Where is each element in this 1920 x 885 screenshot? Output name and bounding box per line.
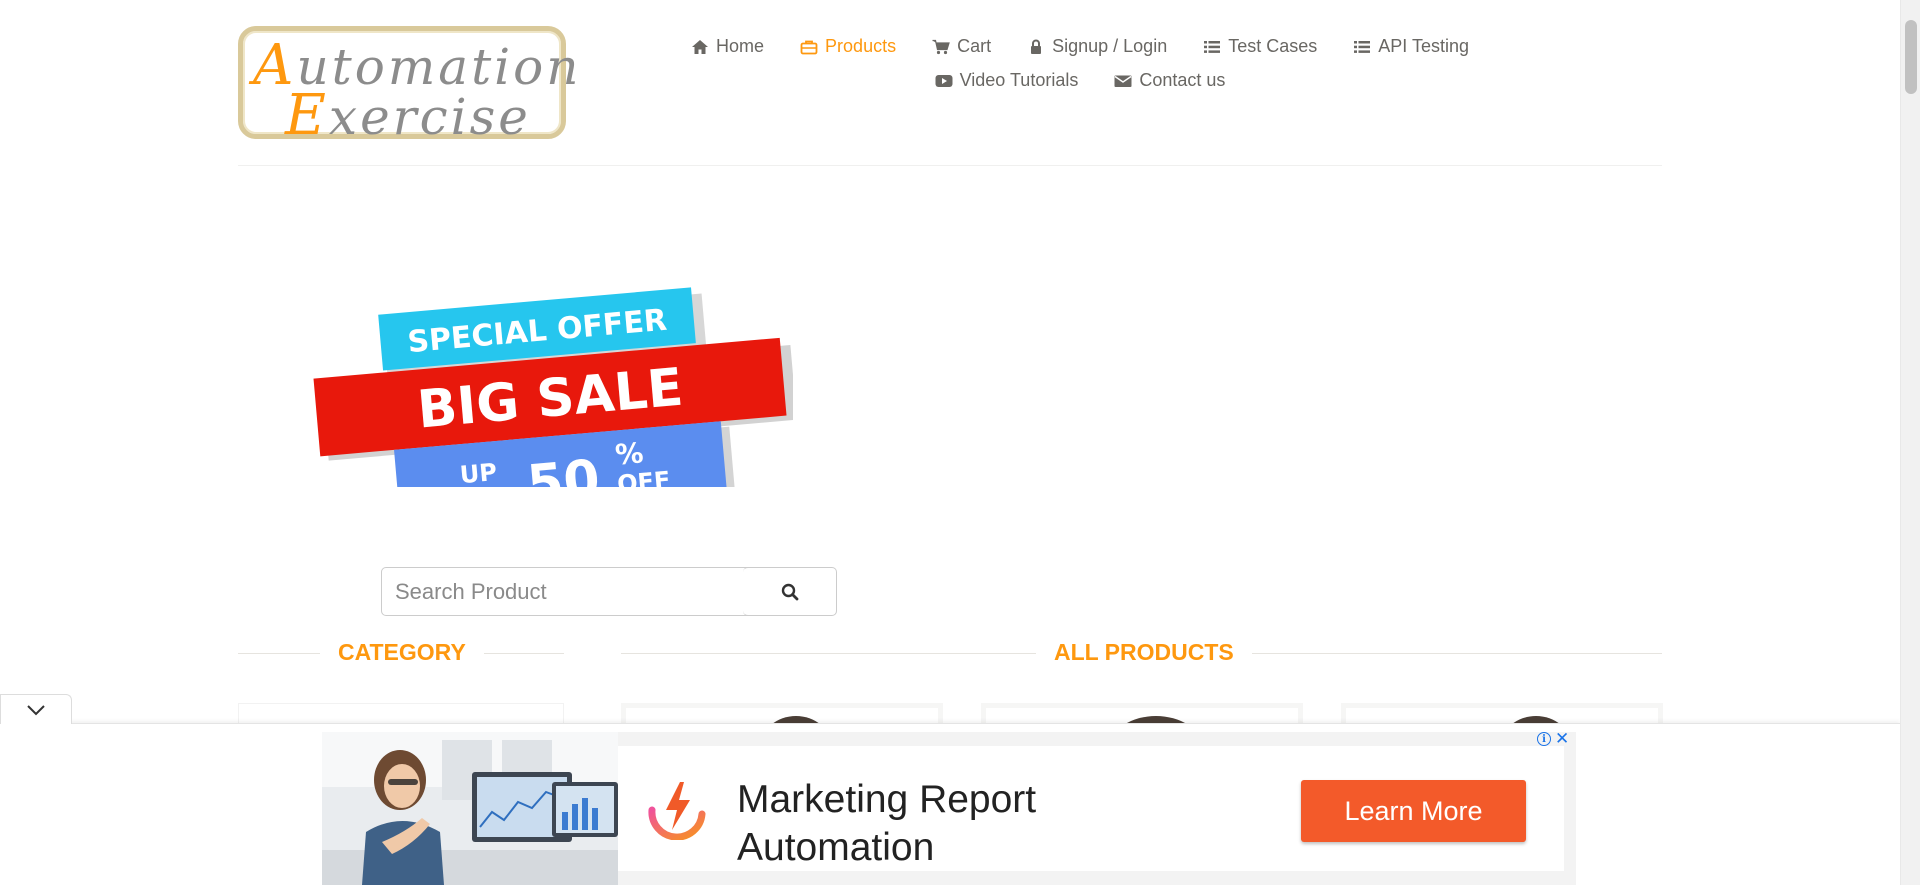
lock-icon bbox=[1031, 39, 1042, 54]
nav-test-cases-label: Test Cases bbox=[1228, 36, 1318, 56]
ad-badges: i ✕ bbox=[1537, 730, 1569, 747]
search-input[interactable] bbox=[381, 567, 753, 616]
nav-contact-us-label: Contact us bbox=[1139, 70, 1226, 90]
ad-title-line-2: Automation bbox=[737, 826, 935, 869]
banner-percent: 50 bbox=[525, 449, 602, 487]
home-icon bbox=[692, 39, 709, 54]
nav-cart[interactable]: Cart bbox=[914, 36, 1009, 57]
chevron-down-icon bbox=[27, 704, 45, 715]
briefcase-icon bbox=[800, 40, 818, 54]
nav-products-label: Products bbox=[825, 36, 897, 56]
ad-info-icon[interactable]: i bbox=[1537, 732, 1551, 746]
nav-cart-label: Cart bbox=[957, 36, 992, 56]
nav-video-tutorials[interactable]: Video Tutorials bbox=[917, 70, 1097, 91]
cart-icon bbox=[932, 39, 950, 54]
page: Automation Exercise Home Products Cart S… bbox=[0, 0, 1920, 885]
logo-cap-e: E bbox=[285, 83, 329, 148]
scrollbar-thumb[interactable] bbox=[1905, 20, 1917, 94]
ad-close-icon[interactable]: ✕ bbox=[1555, 730, 1569, 747]
all-products-title: ALL PRODUCTS bbox=[1036, 639, 1252, 666]
nav-api-testing[interactable]: API Testing bbox=[1335, 36, 1487, 57]
page-scrollbar[interactable] bbox=[1900, 0, 1920, 885]
nav-contact-us[interactable]: Contact us bbox=[1096, 70, 1243, 91]
category-title: CATEGORY bbox=[320, 639, 484, 666]
nav-signup-login[interactable]: Signup / Login bbox=[1009, 36, 1185, 57]
list-icon bbox=[1354, 40, 1371, 53]
learn-more-button[interactable]: Learn More bbox=[1301, 780, 1526, 842]
nav-row-1: Home Products Cart Signup / Login Test C… bbox=[692, 36, 1469, 57]
search-icon bbox=[781, 583, 798, 600]
nav-row-2: Video Tutorials Contact us bbox=[730, 70, 1430, 91]
youtube-play-icon bbox=[935, 74, 953, 87]
search-button[interactable] bbox=[743, 567, 837, 616]
logo-text-2: xercise bbox=[328, 88, 531, 146]
banner-percent-sign: % bbox=[614, 436, 645, 471]
ad-title: Marketing Report Automation bbox=[737, 776, 1157, 872]
header-divider bbox=[238, 165, 1662, 166]
ad-photo bbox=[322, 732, 618, 885]
list-icon bbox=[1204, 40, 1221, 53]
sale-banner[interactable]: SPECIAL OFFER BIG SALE UP TO 50 % OFF bbox=[308, 262, 793, 487]
nav-products[interactable]: Products bbox=[782, 36, 914, 57]
advertisement[interactable]: Marketing Report Automation Learn More bbox=[322, 732, 1576, 885]
nav-test-cases[interactable]: Test Cases bbox=[1185, 36, 1335, 57]
banner-off: OFF bbox=[616, 466, 671, 487]
nav-video-tutorials-label: Video Tutorials bbox=[959, 70, 1079, 90]
product-search bbox=[381, 567, 837, 616]
lightning-logo-icon bbox=[648, 782, 706, 840]
nav-api-testing-label: API Testing bbox=[1378, 36, 1469, 56]
ad-collapse-button[interactable] bbox=[0, 694, 72, 724]
ad-title-line-1: Marketing Report bbox=[737, 778, 1037, 821]
nav-home[interactable]: Home bbox=[673, 36, 782, 57]
ad-body: Marketing Report Automation Learn More bbox=[618, 746, 1564, 871]
envelope-icon bbox=[1114, 75, 1132, 87]
site-logo[interactable]: Automation Exercise bbox=[238, 26, 578, 148]
nav-signup-login-label: Signup / Login bbox=[1052, 36, 1168, 56]
logo-line-2: Exercise bbox=[285, 83, 531, 148]
main-nav: Home Products Cart Signup / Login Test C… bbox=[692, 36, 1469, 91]
nav-home-label: Home bbox=[716, 36, 765, 56]
